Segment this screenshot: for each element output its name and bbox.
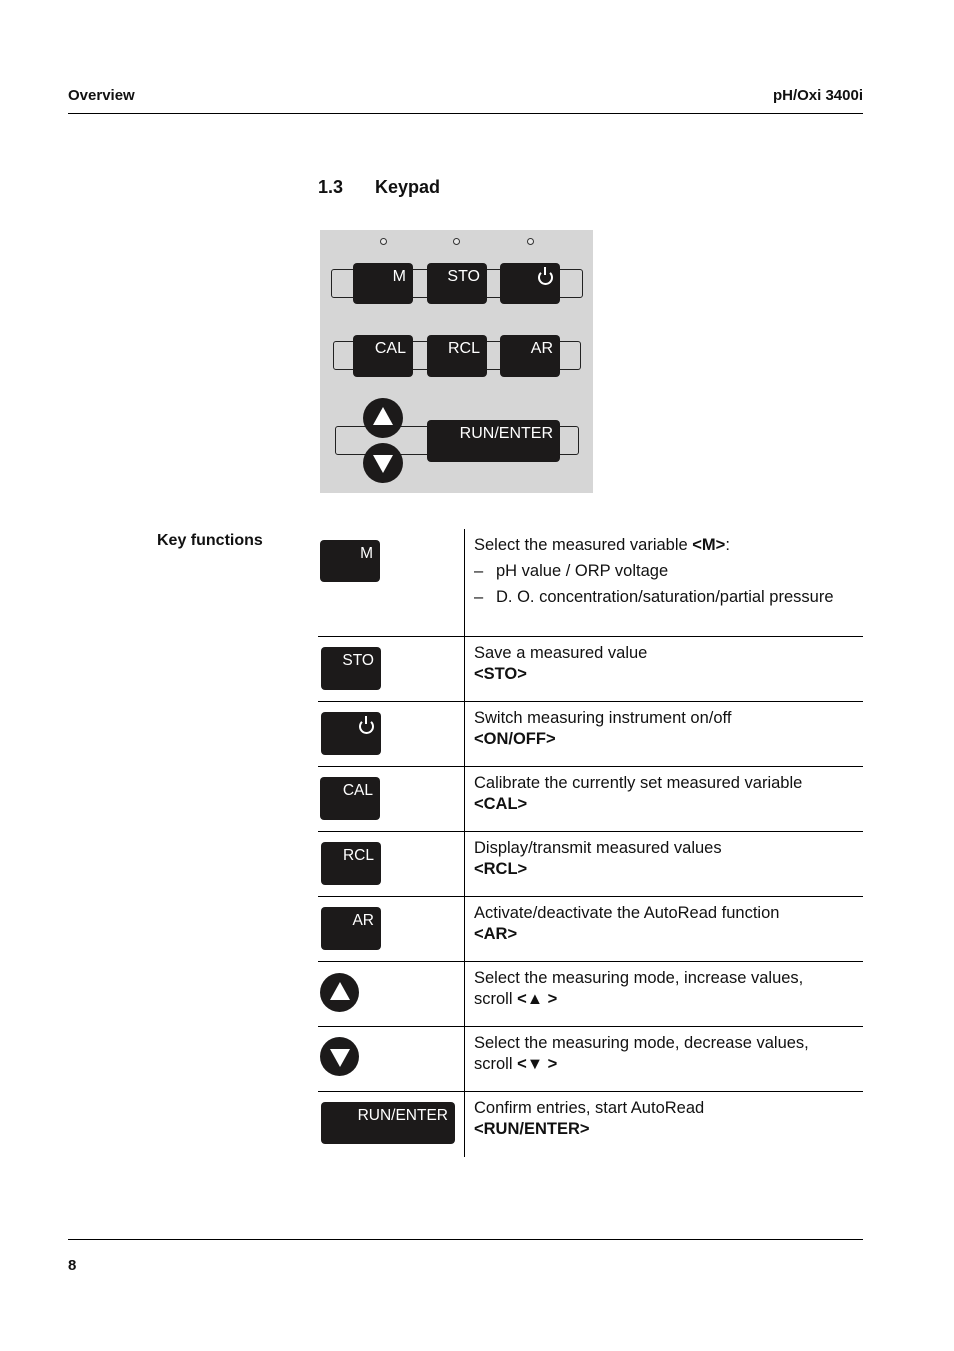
led-indicator: [453, 238, 460, 245]
table-row: RUN/ENTER Confirm entries, start AutoRea…: [318, 1092, 863, 1157]
list-item: – pH value / ORP voltage: [474, 562, 669, 580]
key-sto[interactable]: STO: [321, 647, 381, 690]
table-row: AR Activate/deactivate the AutoRead func…: [318, 897, 863, 962]
key-description: Select the measuring mode, increase valu…: [474, 969, 804, 1008]
keypad-key-cal[interactable]: CAL: [353, 335, 413, 377]
keypad-illustration: M STO CAL RCL AR RUN/ENTER: [320, 230, 593, 493]
key-code: <▼ >: [517, 1055, 558, 1073]
keypad-key-sto[interactable]: STO: [427, 263, 487, 304]
key-description: Select the measuring mode, decrease valu…: [474, 1034, 809, 1073]
key-code: <M>: [692, 536, 726, 554]
up-arrow-icon: [330, 982, 350, 1000]
key-description: Save a measured value <STO>: [474, 644, 648, 683]
section-title: Keypad: [375, 177, 441, 197]
key-description: Activate/deactivate the AutoRead functio…: [474, 904, 780, 943]
key-code: <▲ >: [517, 990, 558, 1008]
key-label: STO: [342, 652, 374, 669]
table-row: STO Save a measured value <STO>: [318, 637, 863, 702]
key-description: Calibrate the currently set measured var…: [474, 774, 803, 813]
key-label: RUN/ENTER: [459, 425, 553, 442]
key-label: M: [360, 545, 373, 562]
key-code: <RUN/ENTER>: [474, 1120, 590, 1138]
key-label: STO: [447, 268, 480, 285]
power-icon: [359, 716, 374, 734]
key-label: AR: [530, 340, 553, 357]
page-number: 8: [68, 1257, 77, 1274]
down-arrow-icon: [373, 455, 393, 473]
key-label: RCL: [342, 847, 374, 864]
table-row: Select the measuring mode, increase valu…: [318, 962, 863, 1027]
led-indicator: [527, 238, 534, 245]
keypad-key-ar[interactable]: AR: [500, 335, 560, 377]
key-label: M: [392, 268, 406, 285]
table-row: CAL Calibrate the currently set measured…: [318, 767, 863, 832]
key-label: CAL: [374, 340, 406, 357]
key-code: <STO>: [474, 665, 527, 683]
section-number: 1.3: [318, 177, 344, 197]
keypad-key-onoff[interactable]: [500, 263, 560, 304]
key-label: RCL: [447, 340, 480, 357]
key-code: <RCL>: [474, 860, 528, 878]
list-item: – D. O. concentration/saturation/partial …: [474, 588, 834, 606]
key-label: AR: [352, 912, 374, 929]
table-row: Switch measuring instrument on/off <ON/OF…: [318, 702, 863, 767]
key-rcl[interactable]: RCL: [321, 842, 381, 885]
key-run-enter[interactable]: RUN/ENTER: [321, 1102, 455, 1144]
key-code: <AR>: [474, 925, 518, 943]
key-label: CAL: [342, 782, 373, 799]
key-onoff[interactable]: [321, 712, 381, 755]
table-row: Select the measuring mode, decrease valu…: [318, 1027, 863, 1092]
key-cal[interactable]: CAL: [320, 777, 380, 820]
power-icon: [538, 267, 553, 285]
up-arrow-icon: [373, 407, 393, 425]
key-m[interactable]: M: [320, 540, 380, 582]
key-description: Display/transmit measured values <RCL>: [474, 839, 722, 878]
led-indicator: [380, 238, 387, 245]
table-row: RCL Display/transmit measured values <RCL…: [318, 832, 863, 897]
key-label: RUN/ENTER: [357, 1107, 448, 1124]
key-code: <CAL>: [474, 795, 528, 813]
header-rule: [68, 113, 863, 114]
key-functions-label: Key functions: [157, 532, 263, 549]
key-code: <ON/OFF>: [474, 730, 556, 748]
keypad-key-rcl[interactable]: RCL: [427, 335, 487, 377]
key-ar[interactable]: AR: [321, 907, 381, 950]
key-functions-table: M Select the measured variable <M>: – pH …: [318, 529, 863, 1157]
table-row: M Select the measured variable <M>: – pH …: [318, 529, 863, 637]
key-description: Select the measured variable <M>: – pH va…: [474, 529, 863, 608]
key-down[interactable]: [320, 1037, 359, 1076]
keypad-key-down[interactable]: [363, 443, 403, 483]
keypad-key-run-enter[interactable]: RUN/ENTER: [427, 420, 560, 462]
down-arrow-icon: [330, 1049, 350, 1067]
running-header-section: Overview: [68, 87, 135, 104]
key-up[interactable]: [320, 973, 359, 1012]
key-description: Switch measuring instrument on/off <ON/OF…: [474, 709, 732, 748]
key-description: Confirm entries, start AutoRead <RUN/ENTE…: [474, 1099, 705, 1138]
running-header-product: pH/Oxi 3400i: [772, 87, 863, 104]
footer-rule: [68, 1239, 863, 1240]
keypad-key-up[interactable]: [363, 398, 403, 438]
keypad-key-m[interactable]: M: [353, 263, 413, 304]
